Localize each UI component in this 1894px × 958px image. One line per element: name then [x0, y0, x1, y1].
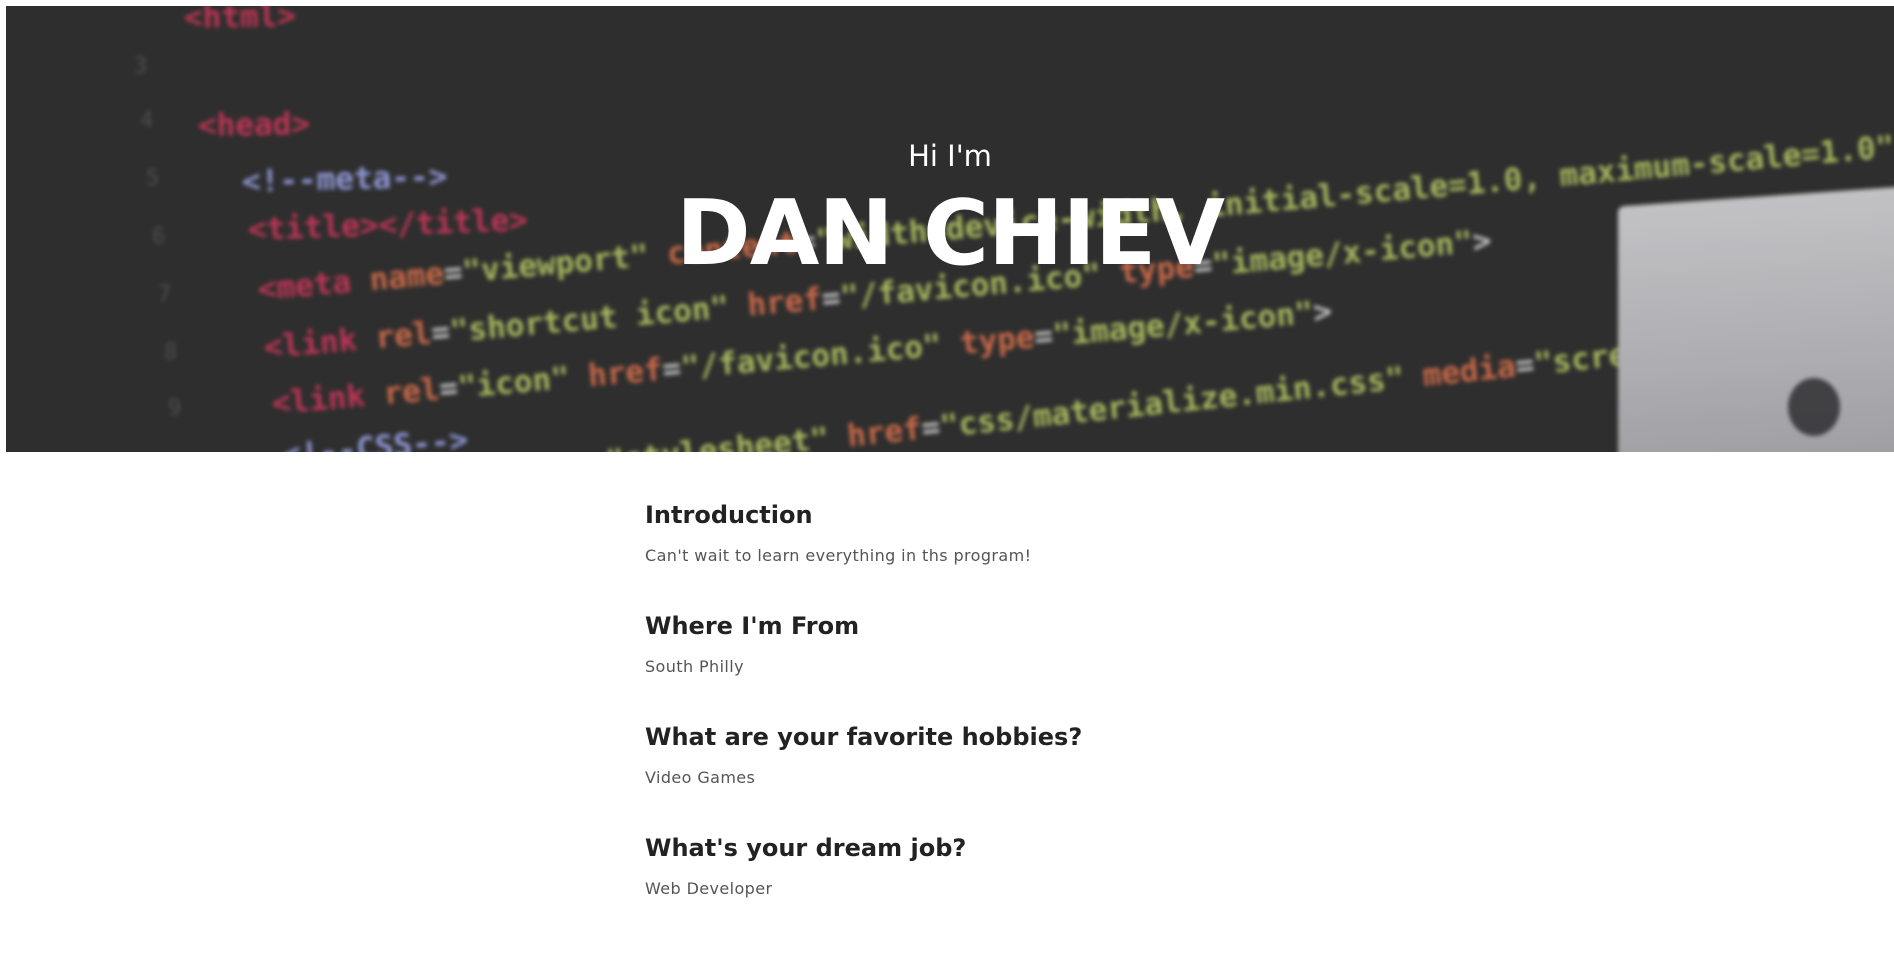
- hero-name: DAN CHIEV: [675, 181, 1225, 286]
- section-heading: What are your favorite hobbies?: [645, 723, 1083, 751]
- section-text: Can't wait to learn everything in ths pr…: [645, 546, 1032, 565]
- section-heading: Introduction: [645, 501, 813, 529]
- hero-banner: 3 4 5 6 7 8 9 <html> <head> <!--meta--> …: [6, 6, 1894, 452]
- main-content: Introduction Can't wait to learn everyth…: [645, 498, 1345, 942]
- section-introduction: Introduction Can't wait to learn everyth…: [645, 498, 1345, 567]
- hero-greeting: Hi I'm: [908, 139, 992, 173]
- section-text: Video Games: [645, 768, 756, 787]
- section-text: Web Developer: [645, 879, 773, 898]
- section-dream-job: What's your dream job? Web Developer: [645, 831, 1345, 900]
- section-heading: What's your dream job?: [645, 834, 967, 862]
- section-where-from: Where I'm From South Philly: [645, 609, 1345, 678]
- page: 3 4 5 6 7 8 9 <html> <head> <!--meta--> …: [0, 0, 1894, 958]
- section-heading: Where I'm From: [645, 612, 860, 640]
- section-text: South Philly: [645, 657, 744, 676]
- section-hobbies: What are your favorite hobbies? Video Ga…: [645, 720, 1345, 789]
